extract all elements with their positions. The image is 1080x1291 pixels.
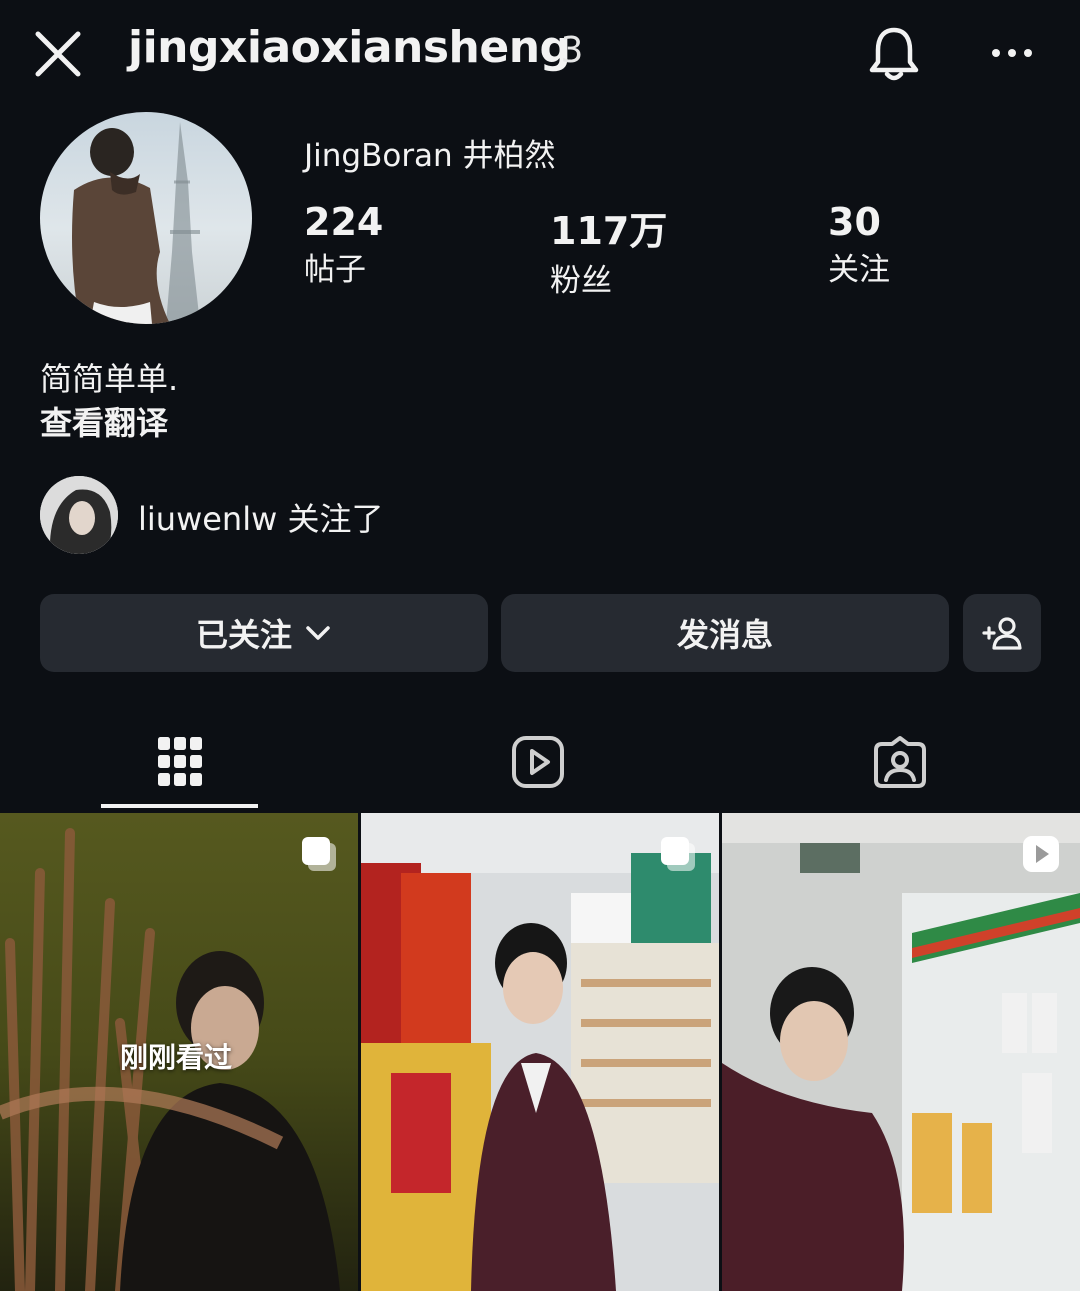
stat-followers-count: 117万 [550, 209, 668, 253]
profile-username: jingxiaoxiansheng3 [128, 22, 583, 73]
reels-icon [512, 736, 564, 788]
post-thumbnail [361, 813, 719, 1291]
stat-followers[interactable]: 117万 粉丝 [550, 200, 667, 300]
tab-posts-grid[interactable] [0, 714, 360, 810]
stat-posts-label: 帖子 [304, 252, 366, 288]
profile-bio: 简简单单. [40, 360, 179, 398]
message-button[interactable]: 发消息 [501, 594, 949, 672]
profile-avatar[interactable] [40, 112, 252, 324]
stat-following-count: 30 [828, 200, 881, 244]
stat-posts[interactable]: 224 帖子 [304, 200, 383, 289]
stat-posts-count: 224 [304, 200, 384, 244]
tab-tagged[interactable] [720, 714, 1080, 810]
post-thumbnail [722, 813, 1080, 1291]
chevron-down-icon [306, 626, 330, 640]
stat-followers-label: 粉丝 [550, 263, 612, 299]
tab-reels[interactable] [358, 714, 718, 810]
reel-badge-icon [1023, 836, 1059, 872]
post-tile[interactable] [361, 813, 719, 1291]
following-button-label: 已关注 [195, 616, 292, 654]
post-tile[interactable] [722, 813, 1080, 1291]
stat-following[interactable]: 30 关注 [828, 200, 890, 289]
close-icon[interactable] [32, 28, 84, 80]
mutual-followers-text[interactable]: liuwenlw 关注了 [138, 494, 383, 540]
suggested-accounts-button[interactable] [963, 594, 1041, 672]
carousel-icon [302, 837, 336, 871]
mutual-follower-avatar[interactable] [40, 476, 118, 554]
following-button[interactable]: 已关注 [40, 594, 488, 672]
more-icon[interactable] [988, 38, 1036, 68]
active-tab-indicator [101, 804, 258, 808]
see-translation-link[interactable]: 查看翻译 [40, 398, 168, 444]
grid-icon [158, 737, 202, 786]
bell-icon[interactable] [866, 24, 922, 84]
add-person-icon [982, 617, 1022, 650]
recently-viewed-label: 刚刚看过 [120, 1041, 233, 1074]
tagged-icon [874, 736, 926, 788]
message-button-label: 发消息 [676, 616, 773, 654]
display-name: JingBoran 井柏然 [304, 138, 556, 174]
stat-following-label: 关注 [828, 252, 890, 288]
carousel-icon [661, 837, 695, 871]
